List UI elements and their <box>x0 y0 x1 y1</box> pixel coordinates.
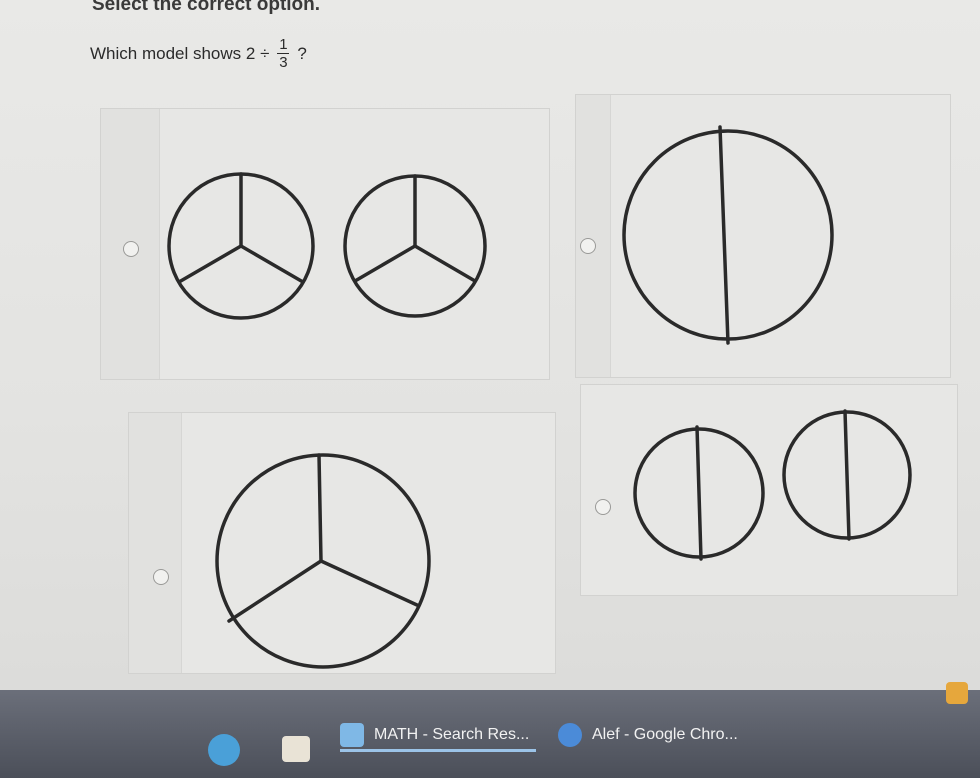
windows-store-icon[interactable] <box>282 736 310 762</box>
option-a-circle-1 <box>167 172 315 320</box>
question: Which model shows 2 ÷ 1 3 ? <box>90 36 307 71</box>
fraction: 1 3 <box>277 36 290 71</box>
question-suffix: ? <box>297 43 307 63</box>
chrome-icon <box>558 723 582 747</box>
taskbar-item-label: Alef - Google Chro... <box>592 726 738 743</box>
fraction-denominator: 3 <box>279 54 288 71</box>
option-b-card[interactable] <box>575 94 951 378</box>
fraction-numerator: 1 <box>279 36 288 53</box>
option-c-strip <box>129 413 182 673</box>
option-c-radio[interactable] <box>153 569 169 585</box>
question-text: Which model shows 2 ÷ <box>90 43 270 63</box>
notification-icon[interactable] <box>946 682 968 704</box>
browser-tab-icon <box>340 723 364 747</box>
active-underline <box>340 749 536 752</box>
option-c-model <box>215 453 431 669</box>
taskbar-item-label: MATH - Search Res... <box>374 726 530 743</box>
option-a-card[interactable] <box>100 108 550 380</box>
option-c-card[interactable] <box>128 412 556 674</box>
taskbar-item-math-search[interactable]: MATH - Search Res... <box>340 718 536 752</box>
option-a-radio[interactable] <box>123 241 139 257</box>
option-a-circle-2 <box>343 174 487 318</box>
start-icon[interactable] <box>208 734 240 766</box>
option-d-model <box>633 409 912 561</box>
option-d-radio[interactable] <box>595 499 611 515</box>
option-d-card[interactable] <box>580 384 958 596</box>
page: Select the correct option. Which model s… <box>0 0 980 690</box>
taskbar: MATH - Search Res... Alef - Google Chro.… <box>0 690 980 778</box>
option-b-model <box>622 125 834 345</box>
option-a-model <box>167 172 487 320</box>
option-b-strip <box>576 95 611 377</box>
option-d-circle-2 <box>782 409 912 541</box>
instruction-text: Select the correct option. <box>92 0 321 15</box>
option-d-circle-1 <box>633 425 765 561</box>
option-b-radio[interactable] <box>580 238 596 254</box>
taskbar-item-alef-chrome[interactable]: Alef - Google Chro... <box>558 718 748 752</box>
